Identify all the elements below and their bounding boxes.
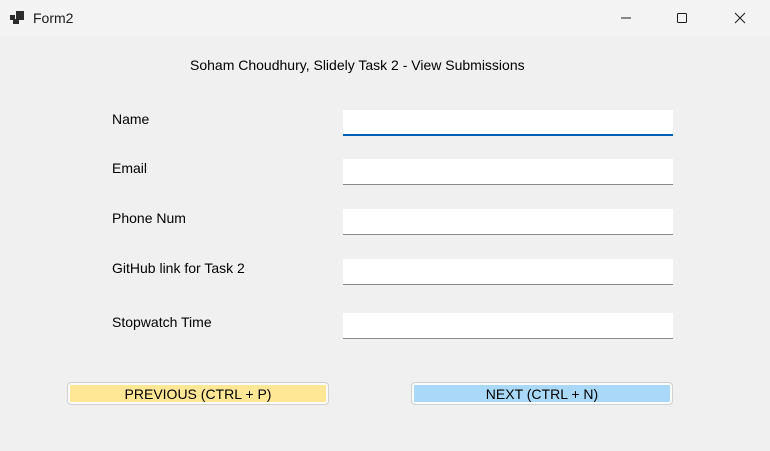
close-icon [734, 12, 746, 24]
phone-field[interactable] [343, 209, 673, 235]
window-title: Form2 [33, 10, 74, 26]
minimize-icon [621, 17, 631, 19]
previous-button[interactable]: PREVIOUS (CTRL + P) [67, 382, 329, 405]
email-label: Email [112, 160, 148, 176]
name-field[interactable] [343, 110, 673, 136]
stopwatch-time-field[interactable] [343, 313, 673, 339]
maximize-button[interactable] [654, 0, 710, 36]
phone-label: Phone Num [112, 210, 186, 226]
form-heading: Soham Choudhury, Slidely Task 2 - View S… [190, 57, 525, 73]
next-button[interactable]: NEXT (CTRL + N) [411, 382, 673, 405]
github-link-label: GitHub link for Task 2 [112, 260, 245, 276]
github-link-field[interactable] [343, 259, 673, 285]
email-field[interactable] [343, 159, 673, 185]
form-app-icon [10, 11, 24, 24]
window-titlebar[interactable]: Form2 [0, 0, 770, 36]
maximize-icon [677, 13, 687, 23]
name-label: Name [112, 111, 150, 127]
stopwatch-time-label: Stopwatch Time [112, 314, 212, 330]
minimize-button[interactable] [598, 0, 654, 36]
close-button[interactable] [712, 0, 768, 36]
